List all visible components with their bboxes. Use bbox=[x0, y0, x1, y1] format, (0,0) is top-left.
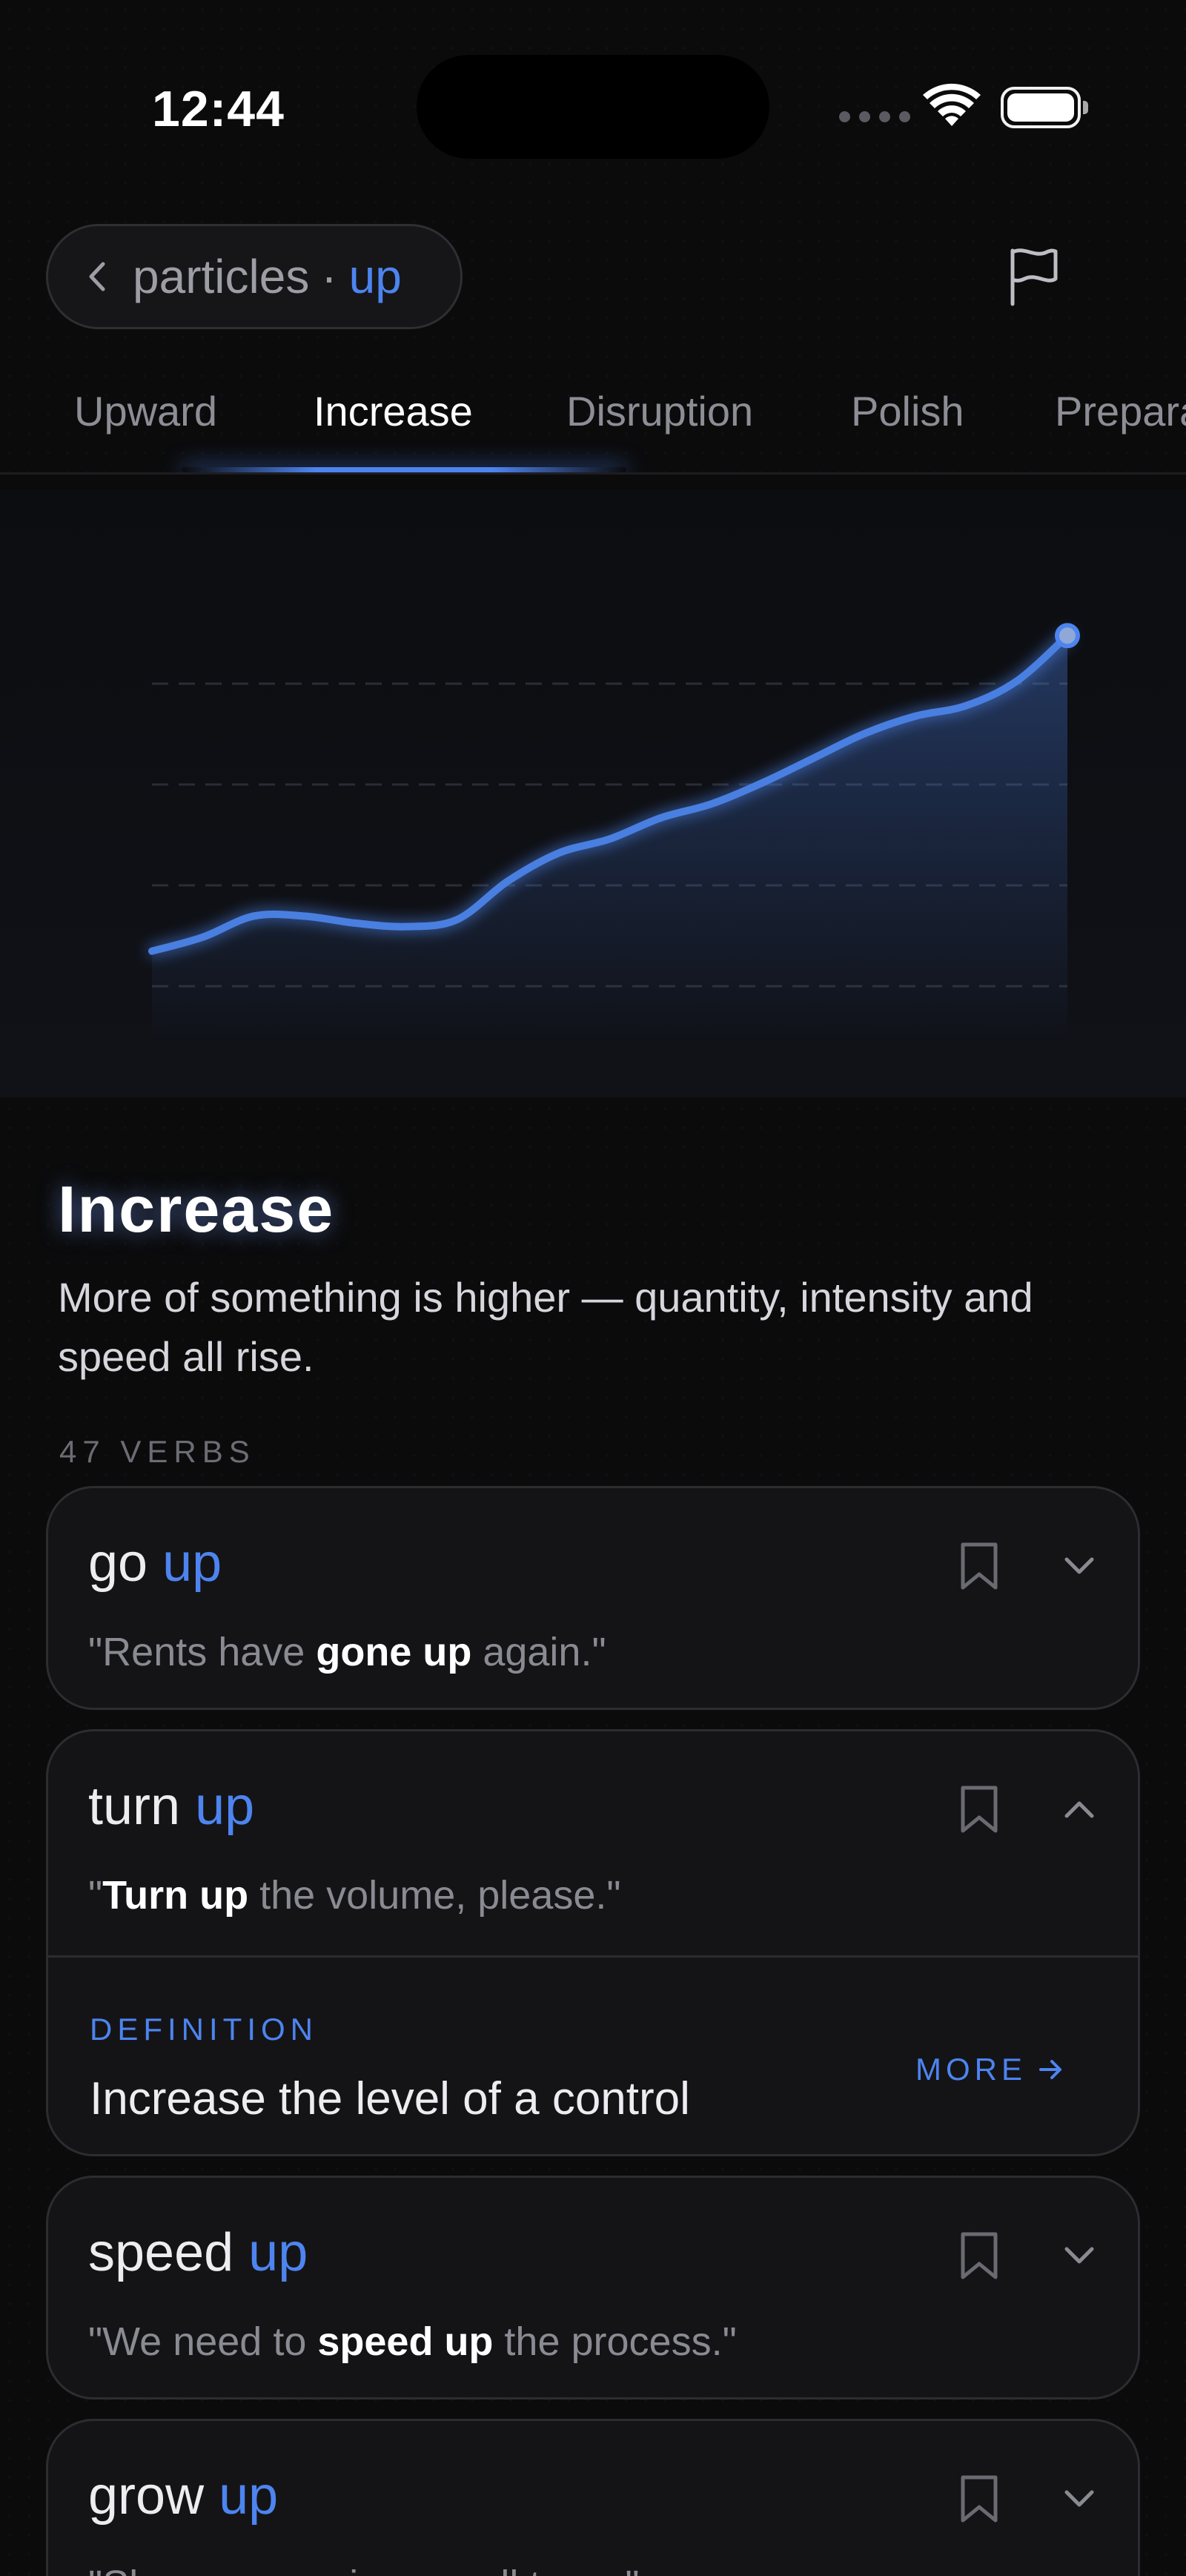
section-description: More of something is higher — quantity, … bbox=[58, 1274, 1033, 1380]
arrow-right-icon bbox=[1039, 2060, 1061, 2079]
back-button[interactable]: particles · up bbox=[46, 224, 463, 329]
more-label: MORE bbox=[915, 2052, 1027, 2087]
category-tabs: Upward Increase Disruption Polish Prepar… bbox=[0, 371, 1186, 475]
tab-preparation[interactable]: Prepara bbox=[1055, 387, 1186, 435]
bookmark-icon[interactable] bbox=[958, 2230, 1000, 2282]
chevron-down-icon[interactable] bbox=[1062, 2243, 1096, 2268]
verb-card-expanded[interactable]: turn up "Turn up the volume, please." DEF… bbox=[46, 1729, 1140, 2156]
bookmark-icon[interactable] bbox=[958, 1783, 1000, 1835]
breadcrumb-current: up bbox=[348, 250, 402, 303]
more-link[interactable]: MORE bbox=[915, 2052, 1064, 2087]
chevron-down-icon[interactable] bbox=[1062, 1553, 1096, 1579]
bookmark-icon[interactable] bbox=[958, 2473, 1000, 2525]
dynamic-island bbox=[417, 55, 769, 159]
tab-upward[interactable]: Upward bbox=[74, 387, 217, 435]
card-divider bbox=[48, 1955, 1138, 1958]
verb-title: grow up bbox=[88, 2466, 279, 2526]
battery-icon bbox=[1001, 87, 1088, 128]
example-sentence: "Turn up the volume, please." bbox=[88, 1873, 621, 1918]
cellular-signal-icon bbox=[839, 111, 910, 123]
verb-card[interactable]: speed up "We need to speed up the process… bbox=[46, 2176, 1140, 2400]
verb-title: speed up bbox=[88, 2223, 308, 2282]
verb-title: go up bbox=[88, 1533, 222, 1593]
tab-polish[interactable]: Polish bbox=[851, 387, 964, 435]
section-title: Increase bbox=[58, 1172, 335, 1246]
status-time: 12:44 bbox=[152, 81, 285, 137]
verb-card[interactable]: growup "She grew up in a small town." bbox=[46, 2419, 1140, 2576]
active-tab-indicator bbox=[182, 467, 626, 472]
trend-chart bbox=[0, 489, 1186, 1097]
tab-increase[interactable]: Increase bbox=[314, 387, 473, 435]
verb-card[interactable]: go up "Rents have gone up again." bbox=[46, 1486, 1140, 1710]
definition-label: DEFINITION bbox=[90, 2012, 318, 2047]
wifi-icon bbox=[923, 83, 981, 126]
breadcrumb-separator: · bbox=[321, 250, 337, 303]
status-bar: 12:44 bbox=[0, 0, 1186, 193]
chart-svg bbox=[148, 623, 1080, 1046]
chevron-left-icon bbox=[89, 262, 105, 291]
chart-end-point bbox=[1055, 623, 1080, 649]
breadcrumb-parent: particles bbox=[133, 250, 310, 303]
definition-text: Increase the level of a control bbox=[90, 2073, 690, 2124]
verb-count: 47 VERBS bbox=[59, 1434, 256, 1469]
example-sentence: "Rents have gone up again." bbox=[88, 1630, 606, 1674]
example-sentence: "We need to speed up the process." bbox=[88, 2319, 737, 2364]
chevron-up-icon[interactable] bbox=[1062, 1797, 1096, 1822]
tab-disruption[interactable]: Disruption bbox=[566, 387, 753, 435]
verb-title: turn up bbox=[88, 1777, 255, 1836]
flag-icon[interactable] bbox=[1002, 245, 1064, 307]
bookmark-icon[interactable] bbox=[958, 1540, 1000, 1592]
example-sentence: "She grew up in a small town." bbox=[88, 2562, 640, 2576]
chevron-down-icon[interactable] bbox=[1062, 2486, 1096, 2511]
